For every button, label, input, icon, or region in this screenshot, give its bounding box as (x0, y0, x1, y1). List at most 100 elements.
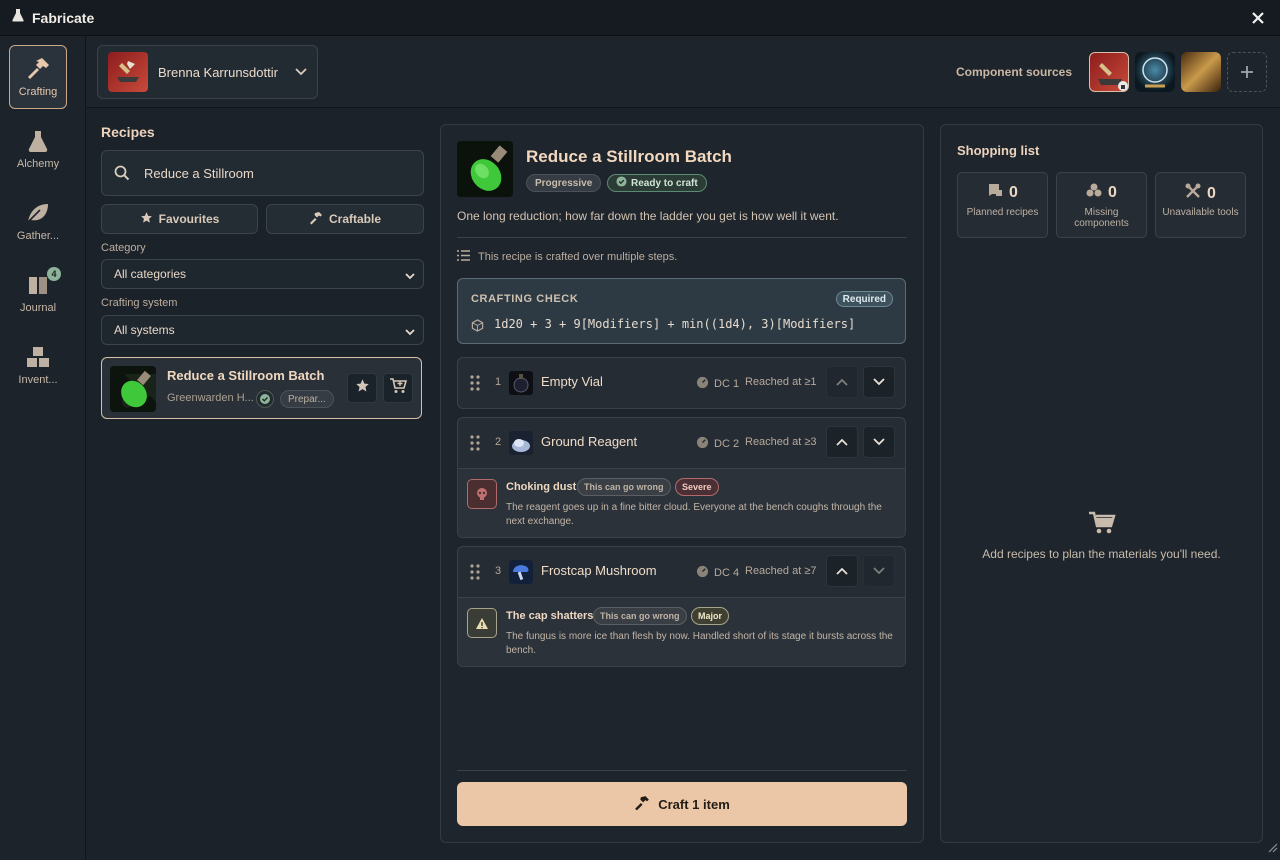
ready-to-craft-tag: Ready to craft (607, 174, 707, 192)
dice-icon (471, 319, 484, 337)
drag-handle-icon[interactable] (470, 564, 480, 585)
craft-button[interactable]: Craft 1 item (457, 782, 907, 826)
step-name: Frostcap Mushroom (541, 563, 657, 578)
severity-tag: Major (691, 607, 730, 625)
resize-handle-icon[interactable] (1266, 840, 1278, 858)
source-avatar-bundle[interactable] (1181, 52, 1221, 92)
dc-value: DC 1 (714, 378, 740, 390)
move-step-down-button[interactable] (863, 555, 895, 587)
nav-label: Crafting (18, 86, 58, 98)
crafting-check-formula: 1d20 + 3 + 9[Modifiers] + min((1d4), 3)[… (494, 317, 856, 331)
craftable-filter-button[interactable]: Craftable (266, 204, 424, 234)
craftable-label: Craftable (328, 212, 381, 226)
nav-label: Gather... (16, 230, 60, 242)
crafting-check-box: CRAFTING CHECK Required 1d20 + 3 + 9[Mod… (457, 278, 906, 344)
move-step-up-button[interactable] (826, 555, 858, 587)
source-avatar-orb[interactable] (1135, 52, 1175, 92)
system-value: All systems (114, 323, 175, 337)
recipe-search-input[interactable]: Reduce a Stillroom (101, 150, 424, 196)
crafting-check-title: CRAFTING CHECK (471, 293, 579, 305)
scroll-icon (987, 183, 1003, 202)
add-to-cart-button[interactable] (383, 373, 413, 403)
star-icon (140, 211, 153, 227)
step-row: 1 Empty Vial DC 1 Reached at ≥1 (457, 357, 906, 409)
ready-label: Ready to craft (631, 177, 698, 189)
leaf-icon (26, 200, 50, 226)
skull-icon (467, 479, 497, 509)
step-row: 2 Ground Reagent DC 2 Reached at ≥3 Chok… (457, 417, 906, 538)
drag-handle-icon[interactable] (470, 375, 480, 396)
stat-label: Missing components (1074, 207, 1129, 229)
crafting-system-select[interactable]: All systems (101, 315, 424, 345)
nav-item-inventory[interactable]: Invent... (9, 333, 67, 397)
reagent-icon (509, 431, 533, 455)
recipe-list-item[interactable]: Reduce a Stillroom Batch Greenwarden H..… (101, 357, 422, 419)
drag-handle-icon[interactable] (470, 435, 480, 456)
step-risk: The cap shatters This can go wrong Major… (458, 597, 905, 666)
search-value: Reduce a Stillroom (144, 165, 254, 181)
step-dc: DC 2 (696, 436, 739, 452)
recipes-panel: Recipes Reduce a Stillroom Favourites Cr… (101, 124, 424, 419)
severity-tag: Severe (675, 478, 719, 496)
add-source-button[interactable] (1227, 52, 1267, 92)
divider (457, 237, 907, 238)
stat-value: 0 (1207, 184, 1216, 202)
stat-label: Unavailable tools (1162, 207, 1239, 218)
move-step-down-button[interactable] (863, 426, 895, 458)
step-number: 1 (495, 376, 502, 388)
list-icon (457, 250, 470, 264)
favourites-filter-button[interactable]: Favourites (101, 204, 258, 234)
nav-item-crafting[interactable]: Crafting (9, 45, 67, 109)
nav-item-journal[interactable]: Journal 4 (9, 261, 67, 325)
move-step-up-button[interactable] (826, 426, 858, 458)
nav-label: Journal (19, 302, 57, 314)
category-value: All categories (114, 267, 187, 281)
move-step-up-button[interactable] (826, 366, 858, 398)
nav-item-gathering[interactable]: Gather... (9, 189, 67, 253)
nav-label: Invent... (18, 374, 58, 386)
recipe-name: Reduce a Stillroom Batch (167, 368, 325, 383)
recipe-description: One long reduction; how far down the lad… (457, 209, 839, 223)
vial-icon (509, 371, 533, 395)
step-risk: Choking dust This can go wrong Severe Th… (458, 468, 905, 537)
required-badge: Required (835, 291, 893, 307)
recipe-tag: Prepar... (280, 390, 334, 408)
step-name: Empty Vial (541, 374, 603, 389)
nav-item-alchemy[interactable]: Alchemy (9, 117, 67, 181)
left-navigation: Crafting Alchemy Gather... Journal 4 Inv… (0, 36, 86, 860)
check-circle-icon (256, 390, 274, 408)
favourite-button[interactable] (347, 373, 377, 403)
flask-icon (28, 128, 48, 154)
source-avatar-actor[interactable] (1089, 52, 1129, 92)
recipe-detail-thumbnail (457, 141, 513, 197)
category-label: Category (101, 242, 146, 254)
shopping-empty-text: Add recipes to plan the materials you'll… (982, 547, 1221, 561)
risk-tag: This can go wrong (577, 478, 671, 496)
gauge-icon (696, 376, 709, 392)
gauge-icon (696, 436, 709, 452)
risk-title: Choking dust (506, 481, 577, 493)
chevron-down-icon (295, 63, 307, 81)
dc-value: DC 2 (714, 438, 740, 450)
craft-label: Craft 1 item (658, 796, 730, 812)
stat-value: 0 (1009, 183, 1018, 201)
recipe-detail-panel: Reduce a Stillroom Batch Progressive Rea… (440, 124, 924, 843)
actor-selector[interactable]: Brenna Karrunsdottir (97, 45, 318, 99)
move-step-down-button[interactable] (863, 366, 895, 398)
star-icon (355, 378, 370, 398)
close-icon[interactable] (1248, 8, 1268, 28)
hammer-icon (25, 56, 51, 82)
shopping-list-title: Shopping list (957, 143, 1040, 158)
top-bar: Brenna Karrunsdottir Component sources (86, 36, 1280, 108)
category-select[interactable]: All categories (101, 259, 424, 289)
recipes-heading: Recipes (101, 124, 155, 140)
step-number: 3 (495, 565, 502, 577)
recipe-detail-title: Reduce a Stillroom Batch (526, 147, 732, 166)
app-title: Fabricate (32, 9, 95, 26)
step-row: 3 Frostcap Mushroom DC 4 Reached at ≥7 T… (457, 546, 906, 667)
check-circle-icon (616, 176, 627, 190)
nav-label: Alchemy (16, 158, 60, 170)
stat-planned-recipes: 0 Planned recipes (957, 172, 1048, 238)
chevron-down-icon (405, 325, 415, 339)
actor-name: Brenna Karrunsdottir (158, 64, 278, 80)
